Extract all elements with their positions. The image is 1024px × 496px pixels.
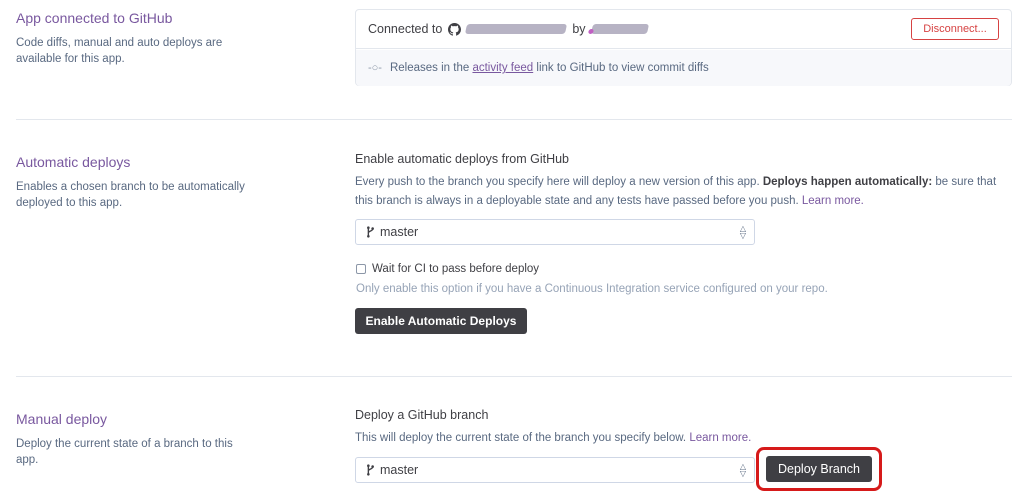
auto-deploy-branch-value: master [380,225,419,239]
redacted-repo-name[interactable] [465,24,568,34]
github-section-description: Code diffs, manual and auto deploys are … [16,37,223,65]
manual-deploy-section-description: Deploy the current state of a branch to … [16,438,233,466]
manual-deploy-branch-select[interactable]: master △ ▽ [355,457,755,483]
section-divider [16,119,1012,120]
section-divider [16,376,1012,377]
manual-deploy-body: This will deploy the current state of th… [355,429,1005,448]
enable-automatic-deploys-button[interactable]: Enable Automatic Deploys [355,308,527,334]
manual-deploy-section-title: Manual deploy [16,411,108,427]
disconnect-button[interactable]: Disconnect... [911,18,999,40]
auto-deploy-body: Every push to the branch you specify her… [355,173,1005,211]
manual-deploy-learn-more-link[interactable]: Learn more. [689,432,751,444]
wait-for-ci-checkbox[interactable] [356,264,366,274]
auto-deploy-learn-more-link[interactable]: Learn more. [802,195,864,207]
github-section-title: App connected to GitHub [16,10,173,26]
branch-icon [367,226,374,238]
auto-deploy-section-title: Automatic deploys [16,154,131,170]
wait-for-ci-label[interactable]: Wait for CI to pass before deploy [372,263,539,275]
select-chevron-icon: △ ▽ [739,462,746,478]
auto-deploy-body-text: Every push to the branch you specify her… [355,176,760,188]
connected-prefix: Connected to [368,22,443,36]
redacted-user-name[interactable] [590,24,649,34]
releases-info-row: -○- Releases in the activity feed link t… [356,50,1011,86]
ci-hint-text: Only enable this option if you have a Co… [356,283,828,295]
github-connection-card: Connected to by Disconnect... -○- Releas… [355,9,1012,86]
manual-deploy-branch-value: master [380,463,419,477]
releases-suffix: link to GitHub to view commit diffs [536,62,709,74]
github-icon [448,22,462,36]
auto-deploy-section-description: Enables a chosen branch to be automatica… [16,181,245,209]
select-chevron-icon: △ ▽ [739,224,746,240]
by-text: by [572,22,586,36]
manual-deploy-body-text: This will deploy the current state of th… [355,432,687,444]
activity-feed-link[interactable]: activity feed [472,62,533,74]
commit-icon: -○- [368,62,382,74]
deploy-button-highlight-annotation [756,447,882,491]
branch-icon [367,464,374,476]
releases-prefix: Releases in the [389,62,470,74]
auto-deploy-heading: Enable automatic deploys from GitHub [355,152,569,166]
manual-deploy-heading: Deploy a GitHub branch [355,408,489,422]
auto-deploy-bold-text: Deploys happen automatically: [762,176,933,188]
connection-status-row: Connected to by Disconnect... [356,10,1011,49]
auto-deploy-branch-select[interactable]: master △ ▽ [355,219,755,245]
